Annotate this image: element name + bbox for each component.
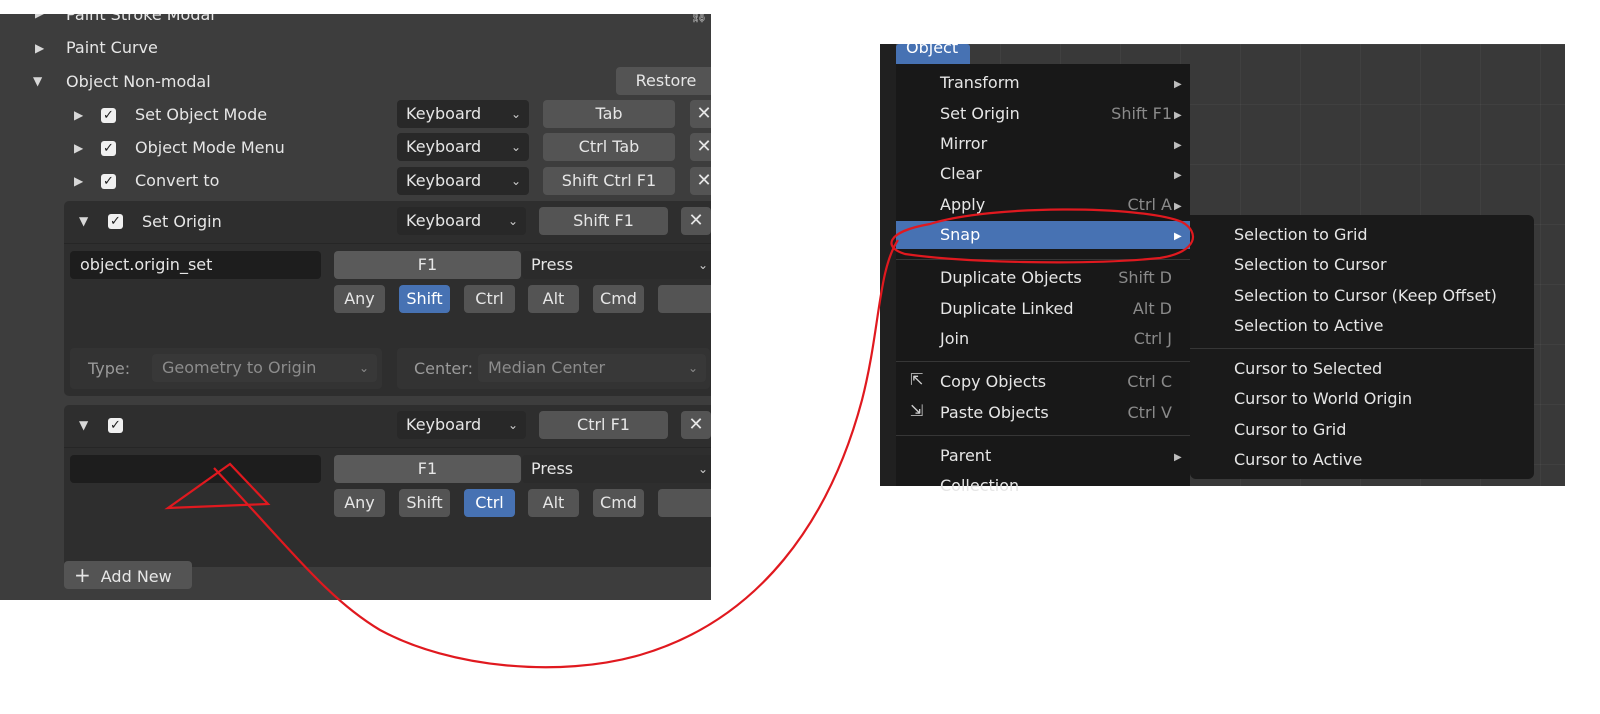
red-annotation-overlay (164, 208, 1194, 669)
annotation-circle-around-snap (890, 208, 1194, 264)
annotation-connector-curve (213, 239, 899, 669)
annotation-arrow-triangle (164, 462, 271, 510)
